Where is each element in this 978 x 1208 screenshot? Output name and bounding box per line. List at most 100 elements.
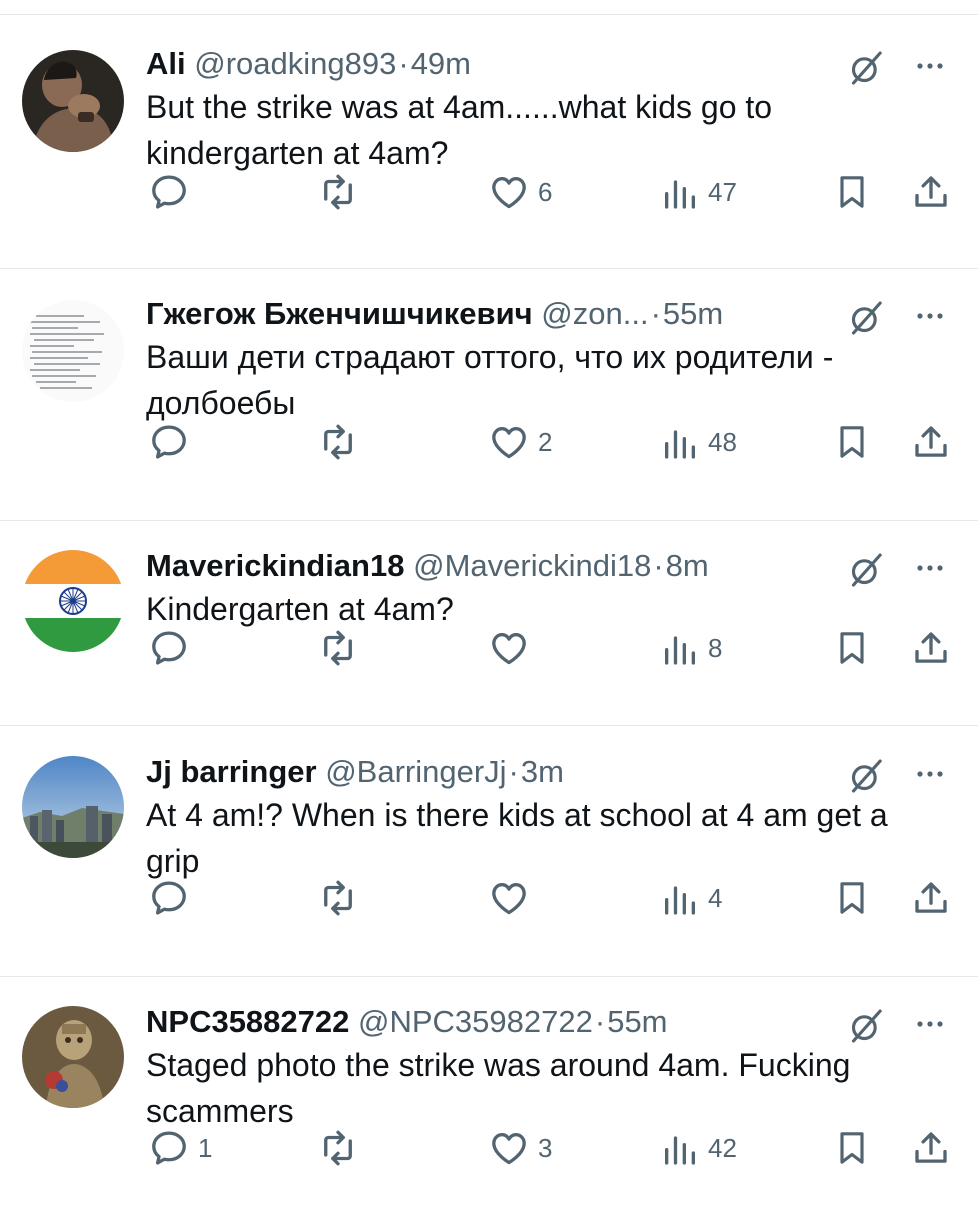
reply-button[interactable] xyxy=(148,169,198,215)
more-options-icon[interactable] xyxy=(908,548,952,588)
user-handle[interactable]: @Maverickindi18 xyxy=(413,548,651,583)
bar-chart-icon xyxy=(660,1128,700,1168)
display-name[interactable]: NPC35882722 xyxy=(146,1004,349,1039)
more-options-icon[interactable] xyxy=(908,754,952,794)
like-count: 3 xyxy=(538,1132,553,1163)
views-button[interactable]: 47 xyxy=(660,169,737,215)
retweet-button[interactable] xyxy=(316,625,368,671)
share-icon xyxy=(910,1127,952,1169)
grok-icon[interactable] xyxy=(846,48,886,88)
tweet-divider xyxy=(0,725,978,726)
heart-icon xyxy=(488,171,530,213)
share-button[interactable] xyxy=(910,875,952,921)
display-name[interactable]: Ali xyxy=(146,46,186,81)
display-name[interactable]: Jj barringer xyxy=(146,754,317,789)
share-button[interactable] xyxy=(910,419,952,465)
tweet-divider xyxy=(0,268,978,269)
heart-icon xyxy=(488,421,530,463)
heart-icon xyxy=(488,1127,530,1169)
top-divider xyxy=(0,14,978,15)
reply-button[interactable] xyxy=(148,419,198,465)
like-count: 2 xyxy=(538,426,553,457)
user-handle[interactable]: @BarringerJj xyxy=(325,754,506,789)
share-icon xyxy=(910,627,952,669)
more-options-icon[interactable] xyxy=(908,46,952,86)
bookmark-icon xyxy=(832,877,872,919)
grok-icon[interactable] xyxy=(846,298,886,338)
bar-chart-icon xyxy=(660,422,700,462)
reply-count: 1 xyxy=(198,1132,213,1163)
user-handle[interactable]: @zon... xyxy=(541,296,648,331)
retweet-button[interactable] xyxy=(316,169,368,215)
share-button[interactable] xyxy=(910,625,952,671)
bookmark-button[interactable] xyxy=(832,1125,872,1171)
reply-button[interactable] xyxy=(148,875,198,921)
grok-icon[interactable] xyxy=(846,550,886,590)
reply-icon xyxy=(148,627,190,669)
tweet-text: But the strike was at 4am......what kids… xyxy=(146,89,773,171)
tweet-reply[interactable]: Jj barringer @BarringerJj·3m At 4 am!? W… xyxy=(0,750,978,958)
avatar[interactable] xyxy=(22,300,124,402)
like-button[interactable]: 2 xyxy=(488,419,552,465)
avatar[interactable] xyxy=(22,756,124,858)
more-options-icon[interactable] xyxy=(908,1004,952,1044)
tweet-text: At 4 am!? When is there kids at school a… xyxy=(146,797,888,879)
avatar[interactable] xyxy=(22,50,124,152)
views-button[interactable]: 4 xyxy=(660,875,722,921)
timestamp[interactable]: 3m xyxy=(521,754,564,789)
reply-button[interactable] xyxy=(148,625,198,671)
tweet-reply[interactable]: Гжегож Бженчишчикевич @zon...·55m Ваши д… xyxy=(0,292,978,502)
bookmark-button[interactable] xyxy=(832,625,872,671)
timestamp[interactable]: 8m xyxy=(666,548,709,583)
bookmark-button[interactable] xyxy=(832,419,872,465)
avatar[interactable] xyxy=(22,1006,124,1108)
separator: · xyxy=(398,46,409,81)
share-icon xyxy=(910,171,952,213)
tweet-header: Jj barringer @BarringerJj·3m xyxy=(146,750,858,794)
separator: · xyxy=(650,296,661,331)
avatar[interactable] xyxy=(22,550,124,652)
timestamp[interactable]: 55m xyxy=(607,1004,667,1039)
tweet-text: Ваши дети страдают оттого, что их родите… xyxy=(146,339,834,421)
tweet-reply[interactable]: NPC35882722 @NPC35982722·55m Staged phot… xyxy=(0,1000,978,1208)
views-button[interactable]: 8 xyxy=(660,625,722,671)
tweet-reply[interactable]: Ali @roadking893·49m But the strike was … xyxy=(0,42,978,252)
reply-icon xyxy=(148,877,190,919)
display-name[interactable]: Гжегож Бженчишчикевич xyxy=(146,296,533,331)
bookmark-button[interactable] xyxy=(832,169,872,215)
retweet-button[interactable] xyxy=(316,875,368,921)
bookmark-button[interactable] xyxy=(832,875,872,921)
user-handle[interactable]: @NPC35982722 xyxy=(358,1004,593,1039)
views-button[interactable]: 48 xyxy=(660,419,737,465)
tweet-text: Kindergarten at 4am? xyxy=(146,591,454,627)
more-options-icon[interactable] xyxy=(908,296,952,336)
tweet-header: Ali @roadking893·49m xyxy=(146,42,858,86)
retweet-button[interactable] xyxy=(316,1125,368,1171)
retweet-icon xyxy=(316,627,360,669)
tweet-header: Гжегож Бженчишчикевич @zon...·55m xyxy=(146,292,858,336)
share-button[interactable] xyxy=(910,169,952,215)
timestamp[interactable]: 49m xyxy=(411,46,471,81)
share-icon xyxy=(910,877,952,919)
like-button[interactable] xyxy=(488,625,538,671)
views-button[interactable]: 42 xyxy=(660,1125,737,1171)
reply-button[interactable]: 1 xyxy=(148,1125,212,1171)
timestamp[interactable]: 55m xyxy=(663,296,723,331)
like-button[interactable]: 6 xyxy=(488,169,552,215)
share-button[interactable] xyxy=(910,1125,952,1171)
like-button[interactable]: 3 xyxy=(488,1125,552,1171)
tweet-reply[interactable]: Maverickindian18 @Maverickindi18·8m Kind… xyxy=(0,544,978,708)
heart-icon xyxy=(488,627,530,669)
display-name[interactable]: Maverickindian18 xyxy=(146,548,404,583)
retweet-icon xyxy=(316,171,360,213)
bar-chart-icon xyxy=(660,628,700,668)
retweet-button[interactable] xyxy=(316,419,368,465)
bookmark-icon xyxy=(832,171,872,213)
bar-chart-icon xyxy=(660,878,700,918)
grok-icon[interactable] xyxy=(846,1006,886,1046)
grok-icon[interactable] xyxy=(846,756,886,796)
user-handle[interactable]: @roadking893 xyxy=(194,46,396,81)
reply-icon xyxy=(148,421,190,463)
like-button[interactable] xyxy=(488,875,538,921)
bar-chart-icon xyxy=(660,172,700,212)
